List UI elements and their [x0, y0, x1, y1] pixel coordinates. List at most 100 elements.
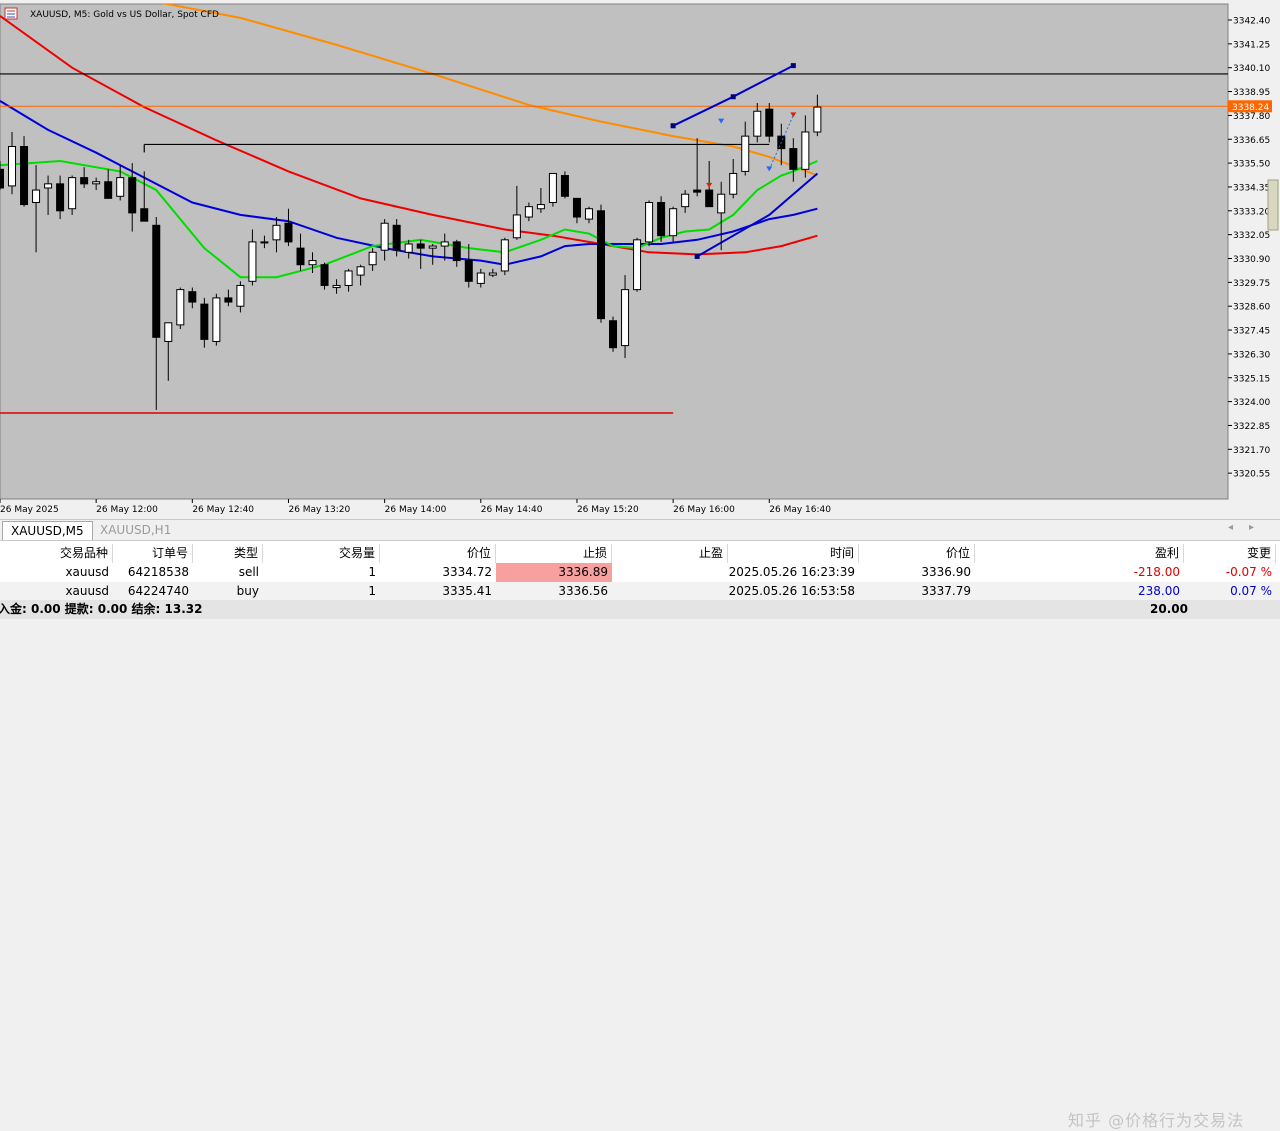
depth-indicator-icon[interactable]: [1267, 179, 1279, 231]
bull-candle: [633, 239, 642, 291]
y-tick-label: 3324.00: [1233, 398, 1270, 408]
bull-candle: [308, 260, 317, 266]
bull-candle: [380, 222, 389, 251]
bull-candle: [645, 202, 654, 243]
watermark: 知乎 @价格行为交易法: [1068, 1111, 1245, 1130]
current-price-label: 3338.24: [1232, 103, 1269, 113]
bull-candle: [801, 131, 810, 170]
col-change[interactable]: 变更: [1184, 544, 1276, 563]
bear-candle: [224, 297, 233, 303]
col-price[interactable]: 价位: [859, 544, 975, 563]
chart-tabs: XAUUSD,M5 XAUUSD,H1 ◂▸: [0, 519, 1280, 540]
bear-candle: [200, 303, 209, 340]
total-profit: 20.00: [1150, 602, 1188, 616]
trendline-anchor[interactable]: [730, 94, 736, 100]
bull-candle: [164, 322, 173, 342]
y-tick-label: 3337.80: [1233, 112, 1270, 122]
bull-candle: [440, 241, 449, 247]
y-tick-label: 3341.25: [1233, 40, 1270, 50]
bear-candle: [560, 175, 569, 197]
take-profit-cell[interactable]: [612, 563, 728, 582]
y-tick-label: 3320.55: [1233, 470, 1270, 480]
col-stop-loss[interactable]: 止损: [496, 544, 612, 563]
bull-candle: [669, 208, 678, 237]
price-chart[interactable]: 3342.40 3341.25 3340.10 3338.95 3337.80 3336.…: [0, 0, 1280, 519]
col-open-price[interactable]: 价位: [380, 544, 496, 563]
col-take-profit[interactable]: 止盈: [612, 544, 728, 563]
col-time[interactable]: 时间: [728, 544, 859, 563]
plot-area[interactable]: [0, 3, 1229, 500]
bull-candle: [428, 245, 437, 249]
tab-xauusd-m5[interactable]: XAUUSD,M5: [2, 521, 93, 540]
bear-candle: [657, 202, 666, 237]
bear-candle: [320, 264, 329, 286]
bull-candle: [621, 289, 630, 347]
type-cell: buy: [236, 584, 259, 598]
bear-candle: [128, 177, 137, 214]
y-tick-label: 3330.90: [1233, 255, 1270, 265]
bull-candle: [92, 181, 101, 185]
stop-loss-cell[interactable]: 3336.56: [496, 582, 612, 601]
x-tick-label: 26 May 14:00: [385, 505, 447, 515]
volume-cell: 1: [368, 565, 376, 579]
trendline-anchor[interactable]: [670, 123, 676, 129]
col-order[interactable]: 订单号: [113, 544, 193, 563]
take-profit-cell[interactable]: [612, 582, 728, 601]
bear-candle: [464, 260, 473, 282]
bear-candle: [296, 247, 305, 266]
y-tick-label: 3321.70: [1233, 446, 1270, 456]
chart-title: XAUUSD, M5: Gold vs US Dollar, Spot CFD: [30, 10, 219, 20]
bull-candle: [176, 289, 185, 326]
x-tick-label: 26 May 13:20: [288, 505, 350, 515]
price-cell: 3336.90: [921, 565, 971, 579]
col-symbol[interactable]: 交易品种: [0, 544, 113, 563]
x-tick-label: 26 May 12:40: [192, 505, 254, 515]
bull-candle: [536, 204, 545, 210]
x-tick-label: 26 May 15:20: [577, 505, 639, 515]
bull-candle: [681, 193, 690, 208]
bull-candle: [753, 110, 762, 137]
y-tick-label: 3333.20: [1233, 207, 1270, 217]
y-tick-label: 3332.05: [1233, 231, 1270, 241]
bull-candle: [8, 146, 17, 187]
bull-candle: [368, 251, 377, 266]
bull-candle: [476, 272, 485, 284]
symbol-cell: xauusd: [65, 584, 109, 598]
bull-candle: [332, 284, 341, 289]
bull-candle: [729, 172, 738, 195]
y-tick-label: 3326.30: [1233, 350, 1270, 360]
bear-candle: [80, 177, 89, 185]
col-profit[interactable]: 盈利: [975, 544, 1184, 563]
x-tick-label: 26 May 16:40: [769, 505, 831, 515]
change-cell: 0.07 %: [1230, 584, 1272, 598]
bear-candle: [705, 189, 714, 208]
bull-candle: [717, 193, 726, 214]
tab-scroll-arrows-icon[interactable]: ◂▸: [1228, 522, 1270, 533]
bear-candle: [152, 224, 161, 338]
bear-candle: [765, 108, 774, 137]
col-type[interactable]: 类型: [193, 544, 263, 563]
col-volume[interactable]: 交易量: [263, 544, 380, 563]
bull-candle: [488, 272, 497, 276]
bear-candle: [789, 148, 798, 170]
tab-xauusd-h1[interactable]: XAUUSD,H1: [92, 521, 179, 539]
bull-candle: [32, 189, 41, 204]
trendline-anchor[interactable]: [790, 63, 796, 69]
x-tick-label: 26 May 12:00: [96, 505, 158, 515]
bull-candle: [524, 206, 533, 218]
table-row[interactable]: xauusd 64224740 buy 1 3335.41 3336.56 20…: [0, 582, 1280, 601]
bear-candle: [140, 208, 149, 222]
y-tick-label: 3322.85: [1233, 422, 1270, 432]
bull-candle: [548, 172, 557, 204]
stop-loss-cell[interactable]: 3336.89: [496, 563, 612, 582]
trendline-anchor[interactable]: [694, 253, 700, 259]
table-header: 交易品种 订单号 类型 交易量 价位 止损 止盈 时间 价位 盈利 变更: [0, 544, 1280, 563]
bull-candle: [356, 266, 365, 276]
bull-candle: [584, 208, 593, 220]
table-row[interactable]: xauusd 64218538 sell 1 3334.72 3336.89 2…: [0, 563, 1280, 582]
bear-candle: [188, 291, 197, 303]
order-cell: 64218538: [127, 565, 189, 579]
bear-candle: [392, 224, 401, 251]
y-tick-label: 3340.10: [1233, 64, 1270, 74]
bull-candle: [236, 284, 245, 307]
